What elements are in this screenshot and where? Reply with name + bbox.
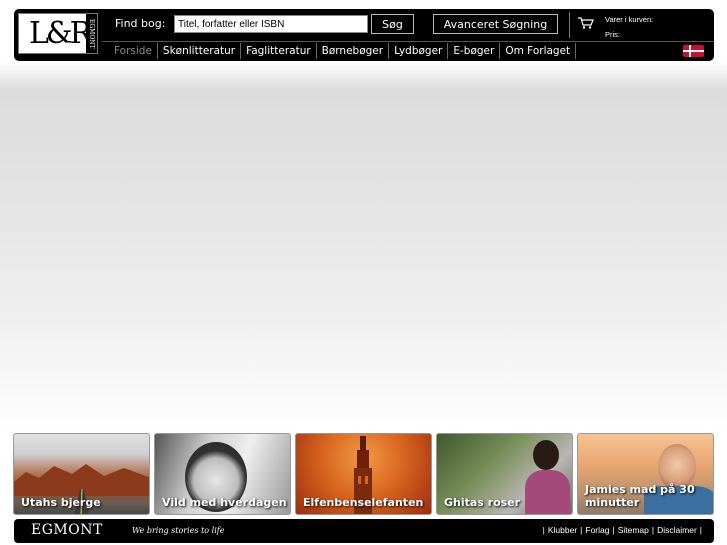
footer-link-forlag[interactable]: Forlag [582,525,612,535]
tile-jamies-mad[interactable]: Jamies mad på 30 minutter [577,433,714,515]
footer-bar: EGMONT We bring stories to life | Klubbe… [14,519,714,543]
tile-label: Elfenbenselefanten [303,496,424,509]
header-divider [569,12,570,38]
footer-link-klubber[interactable]: Klubber [545,525,580,535]
tile-label: Jamies mad på 30 minutter [585,483,695,509]
roses-image [525,470,570,514]
tile-utahs-bjerge[interactable]: Utahs bjerge [13,433,150,515]
lr-logo[interactable]: L&R EGMONT [18,13,98,54]
danish-flag-icon[interactable] [683,45,704,57]
footer-separator: | [699,525,702,535]
tile-label: Utahs bjerge [21,496,101,509]
footer-link-sitemap[interactable]: Sitemap [615,525,652,535]
tile-vild-med-hverdagen[interactable]: Vild med hverdagen [154,433,291,515]
cart-summary: Varer i kurven: Pris: [605,12,653,42]
search-input[interactable] [174,15,368,33]
nav-item-bornebooger[interactable]: Børnebøger [317,43,390,59]
tile-ghitas-roser[interactable]: Ghitas roser [436,433,573,515]
footer-links: | Klubber | Forlag | Sitemap | Disclaime… [543,525,702,535]
tile-label: Ghitas roser [444,496,521,509]
nav-item-lydboger[interactable]: Lydbøger [389,43,449,59]
nav-item-om-forlaget[interactable]: Om Forlaget [500,43,577,59]
tile-elfenbenselefanten[interactable]: Elfenbenselefanten [295,433,432,515]
nav-item-faglitteratur[interactable]: Faglitteratur [241,43,317,59]
search-button[interactable]: Søg [371,14,414,34]
shopping-cart-icon[interactable] [578,17,594,29]
find-book-label: Find bog: [115,17,166,30]
footer-slogan: We bring stories to life [132,526,225,535]
nav-item-forside[interactable]: Forside [109,43,158,59]
top-header-bar: L&R EGMONT Find bog: Søg Avanceret Søgni… [14,9,714,61]
woman-image [533,440,559,470]
footer-link-disclaimer[interactable]: Disclaimer [654,525,700,535]
main-nav: Forside Skønlitteratur Faglitteratur Bør… [109,42,577,60]
advanced-search-button[interactable]: Avanceret Søgning [433,14,558,34]
cart-price-label: Pris: [605,30,620,39]
nav-item-eboger[interactable]: E-bøger [448,43,501,59]
logo-egmont-vertical: EGMONT [86,14,97,53]
logo-mark: L&R [29,16,92,51]
nav-item-skonlitteratur[interactable]: Skønlitteratur [158,43,242,59]
cart-items-label: Varer i kurven: [605,15,654,24]
tile-label: Vild med hverdagen [162,496,287,509]
egmont-logo[interactable]: EGMONT [31,522,103,538]
